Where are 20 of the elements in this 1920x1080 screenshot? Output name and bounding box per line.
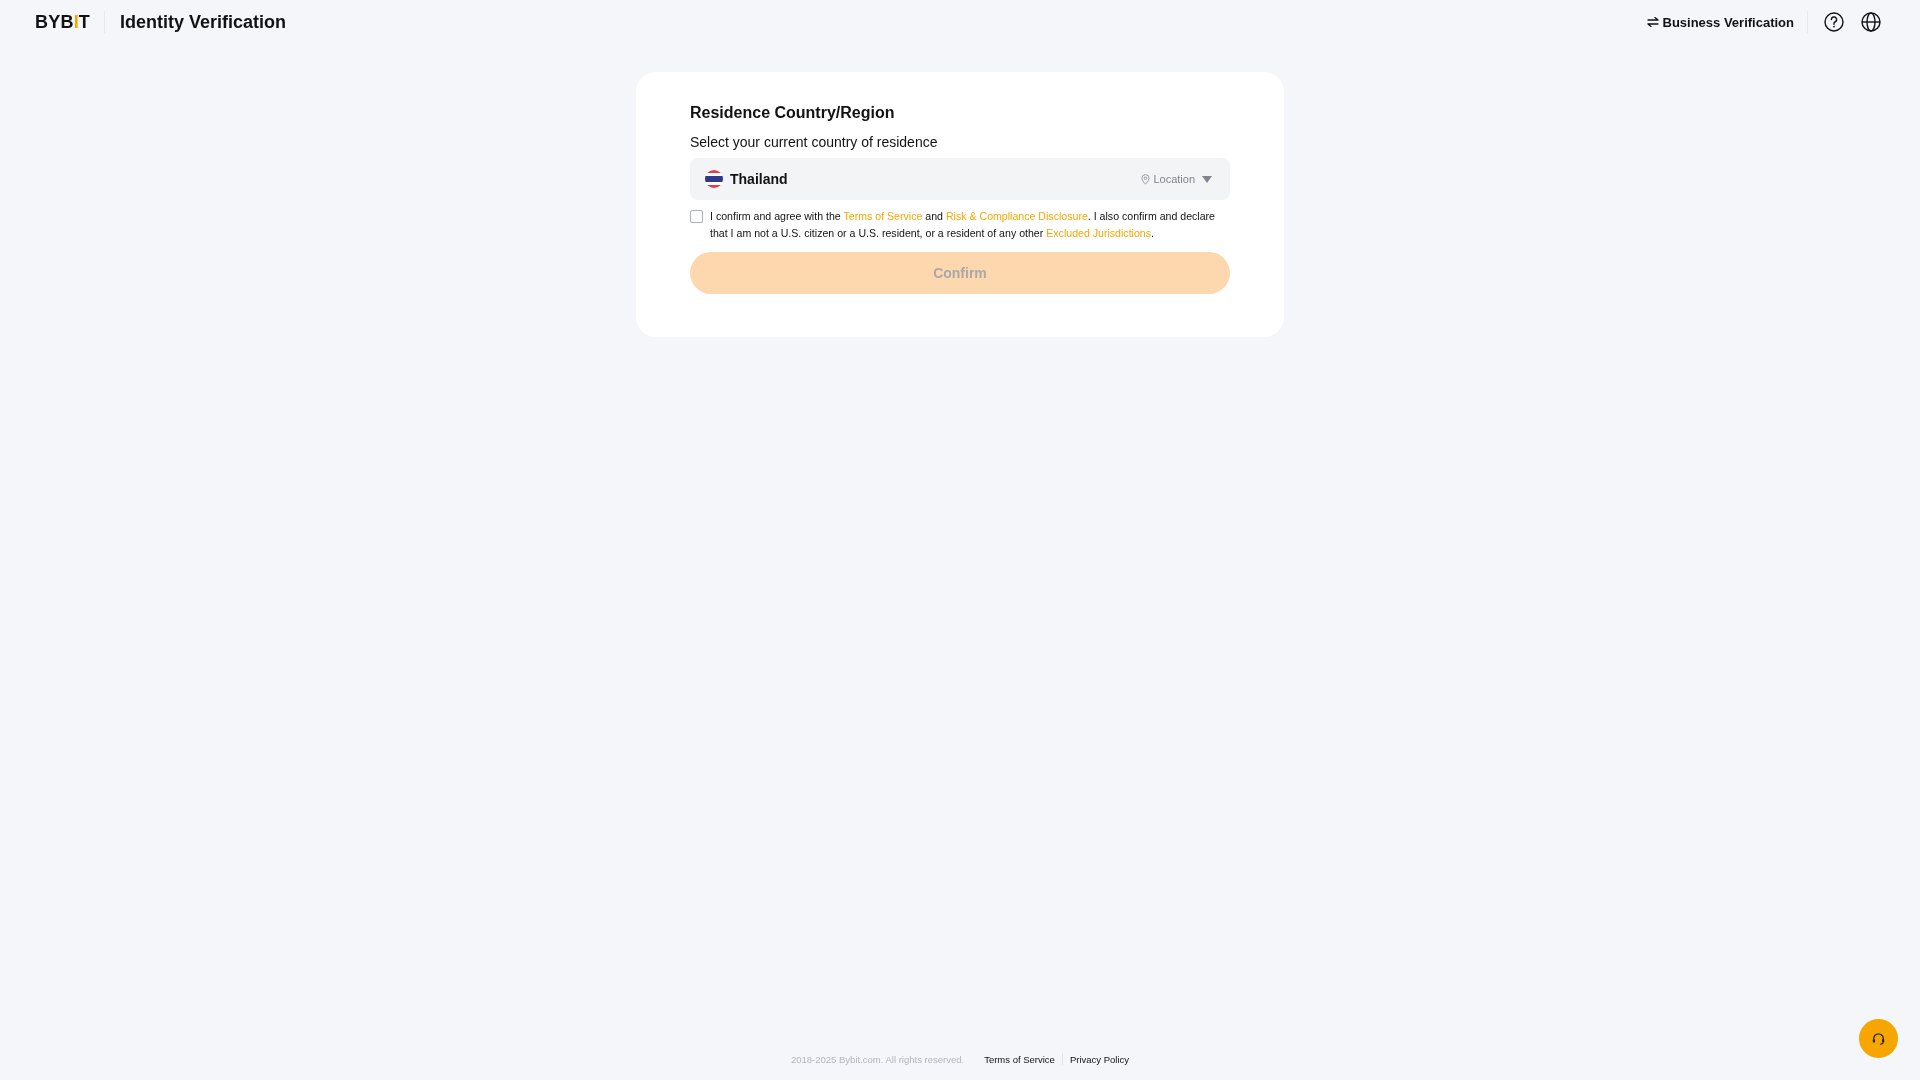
agreement-text: I confirm and agree with the Terms of Service and Risk & Compliance Disclosure. I also confirm and declare that I am not a U.S. citizen or a U.S. resident, or a resident of any other Excluded Jurisdictions. [710, 209, 1216, 241]
business-verification-link[interactable]: Business Verification [1646, 14, 1794, 30]
location-pin-icon [1141, 173, 1151, 185]
page-title: Identity Verification [120, 11, 287, 33]
country-value: Thailand [730, 171, 788, 187]
flag-icon [705, 170, 723, 188]
footer-link[interactable]: Terms of Service [984, 1053, 1055, 1065]
logo[interactable]: BYBIT [35, 11, 91, 33]
card-subtitle: Select your current country of residence [690, 133, 939, 151]
agreement-checkbox[interactable] [690, 210, 703, 223]
country-select[interactable]: Thailand Location [690, 158, 1230, 200]
support-button[interactable] [1859, 1019, 1898, 1058]
globe-icon[interactable] [1861, 12, 1881, 32]
help-icon[interactable] [1824, 12, 1844, 32]
footer-link[interactable]: Privacy Policy [1069, 1053, 1130, 1065]
location-button[interactable]: Location [1141, 173, 1195, 185]
caret-down-icon [1202, 175, 1212, 183]
card-title: Residence Country/Region [690, 103, 896, 123]
swap-arrows-icon [1646, 17, 1659, 27]
headset-icon [1872, 1032, 1885, 1045]
